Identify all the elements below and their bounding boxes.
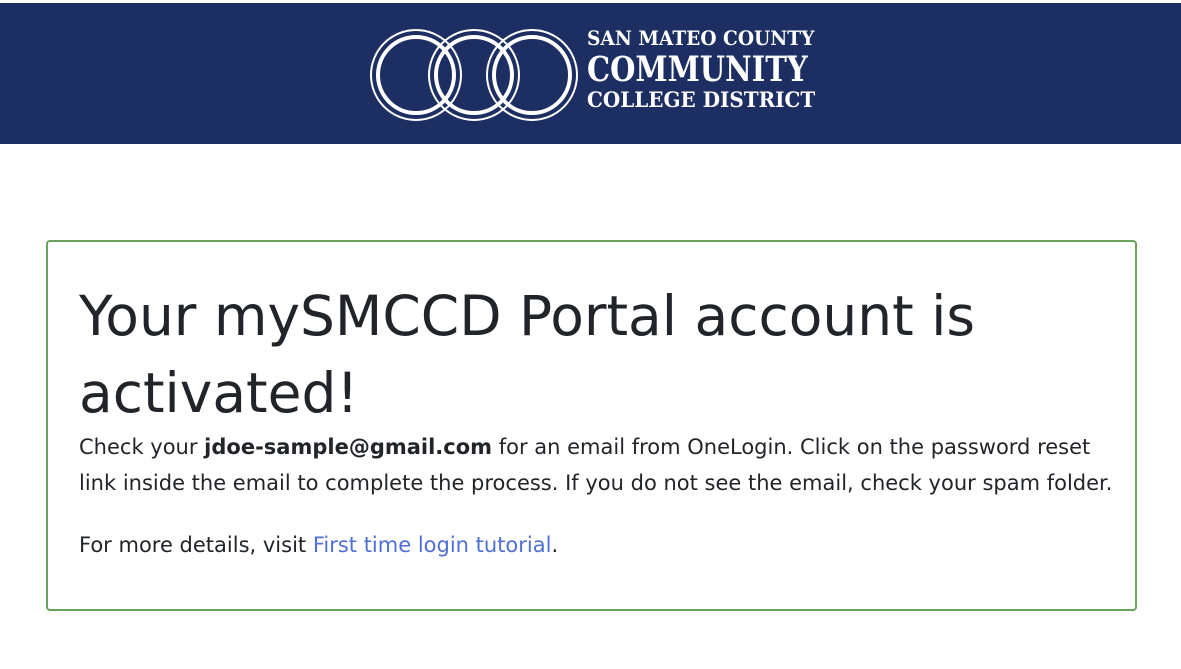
logo-line-community: COMMUNITY [587,49,808,90]
district-logo[interactable]: SAN MATEO COUNTY COMMUNITY COLLEGE DISTR… [368,27,828,127]
page-title: Your mySMCCD Portal account is activated… [79,284,976,425]
more-details-suffix: . [551,533,559,557]
logo-wordmark: SAN MATEO COUNTY COMMUNITY COLLEGE DISTR… [587,28,853,110]
site-header: SAN MATEO COUNTY COMMUNITY COLLEGE DISTR… [0,3,1181,144]
logo-line-district: COLLEGE DISTRICT [587,87,816,112]
more-details-prefix: For more details, visit [79,533,313,557]
instructions-prefix: Check your [79,435,205,459]
first-time-login-tutorial-link[interactable]: First time login tutorial [313,533,552,557]
interlocking-rings-icon [370,29,578,121]
user-email: jdoe-sample@gmail.com [204,435,493,459]
activation-confirmation-card: Your mySMCCD Portal account is activated… [46,240,1137,611]
instructions-text: Check your jdoe-sample@gmail.com for an … [79,429,1119,501]
logo-line-county: SAN MATEO COUNTY [587,26,815,50]
more-details-text: For more details, visit First time login… [79,527,558,563]
